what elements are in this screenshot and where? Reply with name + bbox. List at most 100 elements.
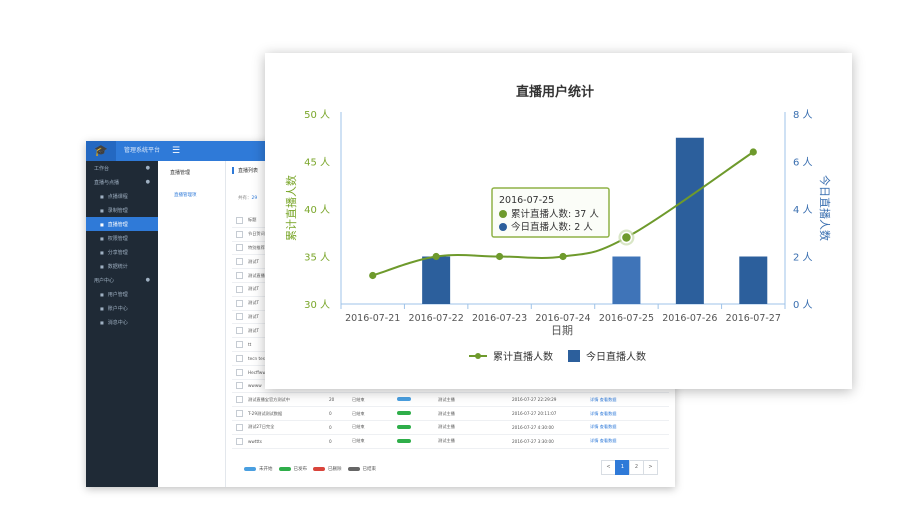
legend-swatch (244, 467, 256, 471)
legend-bar-swatch (568, 350, 580, 362)
table-row[interactable]: wwttts 0 已结束 测试主播 2016-07-27 3:30:00 详情 查看数据 (232, 435, 669, 449)
row-checkbox[interactable] (236, 285, 243, 293)
sidebar-item[interactable]: ■ 点播课程 (86, 189, 158, 203)
row-time: 2016-07-27 20:11:07 (512, 411, 557, 417)
row-type: 已结束 (352, 438, 365, 444)
row-checkbox[interactable] (236, 368, 243, 376)
bar[interactable] (675, 137, 704, 304)
page-button[interactable]: < (601, 460, 616, 475)
row-count: 0 (329, 438, 332, 444)
sidebar-item[interactable]: ■ 数据统计 (86, 259, 158, 273)
filter-value: 29 (251, 196, 258, 201)
menu-bullet-icon: ■ (100, 305, 104, 311)
page-button[interactable]: > (643, 460, 658, 475)
sidebar-item[interactable]: ■ 消息中心 (86, 315, 158, 329)
row-actions[interactable]: 详情 查看数据 (590, 424, 616, 430)
tooltip-line1: 累计直播人数: 37 人 (511, 208, 599, 220)
menu-bullet-icon: ■ (100, 235, 104, 241)
status-pill (397, 424, 411, 429)
row-checkbox[interactable] (236, 354, 243, 362)
row-checkbox[interactable] (236, 423, 243, 431)
legend-swatch (347, 467, 360, 471)
status-pill (397, 397, 411, 402)
x-tick-label: 2016-07-25 (599, 313, 654, 324)
bar[interactable] (612, 256, 641, 305)
row-checkbox[interactable] (236, 216, 243, 224)
sidebar-item[interactable]: ■ 权限管理 (86, 231, 158, 245)
filter-summary: 共有：29 (238, 195, 257, 201)
legend-label: 未开始 (259, 467, 273, 472)
row-checkbox[interactable] (236, 230, 243, 238)
row-checkbox[interactable] (236, 410, 243, 418)
menu-bullet-icon: ■ (100, 291, 104, 297)
table-row[interactable]: T-29测试测试数据 0 已结束 测试主播 2016-07-27 20:11:07 详情 … (232, 407, 669, 421)
line-point[interactable] (559, 252, 567, 261)
row-host: 测试主播 (438, 410, 455, 416)
subnav-header: 直播管理 (170, 170, 191, 176)
line-point[interactable] (432, 252, 440, 261)
line-point[interactable] (369, 271, 377, 280)
row-checkbox[interactable] (236, 396, 243, 404)
row-time: 2016-07-27 22:29:29 (512, 397, 557, 403)
sidebar-item-label: 消息中心 (107, 319, 128, 326)
row-actions[interactable]: 详情 查看数据 (590, 438, 616, 444)
x-tick-label: 2016-07-24 (535, 313, 590, 324)
legend-swatch (313, 467, 325, 471)
sidebar-item-label: 点播课程 (107, 193, 128, 200)
status-pill (397, 411, 411, 416)
bar[interactable] (422, 256, 451, 305)
x-tick-label: 2016-07-21 (345, 313, 400, 324)
app-title: 管理系统平台 (124, 147, 161, 154)
sidebar-item[interactable]: ■ 账户中心 (86, 301, 158, 315)
sidebar-item[interactable]: 用户中心 ● (86, 273, 158, 287)
legend-line-marker (475, 353, 481, 359)
x-tick-label: 2016-07-27 (726, 313, 781, 324)
row-checkbox[interactable] (236, 437, 243, 445)
x-axis-label: 日期 (551, 324, 573, 337)
sidebar-item[interactable]: ■ 录制管理 (86, 203, 158, 217)
row-count: 20 (329, 397, 335, 403)
menu-bullet-icon: ■ (100, 319, 104, 325)
row-type: 已结束 (352, 396, 365, 402)
sidebar-item[interactable]: ■ 分享管理 (86, 245, 158, 259)
left-tick-label: 45 人 (304, 157, 330, 169)
legend-swatch (278, 467, 291, 471)
row-checkbox[interactable] (236, 313, 243, 321)
table-row[interactable]: 测试直播宝官方测试中 20 已结束 测试主播 2016-07-27 22:29:29 详情… (232, 393, 669, 408)
table-row[interactable]: 测试27日完全 0 已结束 测试主播 2016-07-27 4:30:00 详情 查看数据 (232, 421, 669, 435)
line-point[interactable] (620, 231, 633, 244)
row-checkbox[interactable] (236, 244, 243, 252)
subnav-item[interactable]: 直播管理项 (158, 176, 225, 198)
row-checkbox[interactable] (236, 258, 243, 266)
sidebar-item[interactable]: 直播与点播 ● (86, 175, 158, 189)
row-count: 0 (329, 424, 332, 430)
menu-bullet-icon: ■ (100, 207, 104, 213)
tab-live-list[interactable]: 直播列表 (232, 167, 258, 174)
line-point[interactable] (495, 252, 504, 261)
page-button[interactable]: 1 (615, 460, 630, 475)
line-point[interactable] (749, 148, 757, 156)
row-checkbox[interactable] (236, 327, 243, 335)
graduation-cap-icon[interactable]: 🎓 (86, 141, 116, 161)
row-actions[interactable]: 详情 查看数据 (590, 397, 616, 403)
x-tick-label: 2016-07-26 (662, 313, 717, 324)
sidebar-item[interactable]: ■ 用户管理 (86, 287, 158, 301)
menu-icon[interactable]: ☰ (172, 141, 180, 161)
sidebar-item[interactable]: 工作台 ● (86, 161, 158, 175)
sidebar-item[interactable]: ■ 直播管理 (86, 217, 158, 231)
row-host: 测试主播 (438, 396, 455, 402)
legend-label[interactable]: 今日直播人数 (586, 350, 646, 363)
row-checkbox[interactable] (236, 382, 243, 390)
legend-label[interactable]: 累计直播人数 (493, 350, 553, 363)
bar[interactable] (739, 256, 768, 305)
row-checkbox[interactable] (236, 272, 243, 280)
row-actions[interactable]: 详情 查看数据 (590, 411, 616, 417)
row-count: 0 (329, 411, 332, 417)
left-tick-label: 50 人 (304, 109, 330, 121)
row-checkbox[interactable] (236, 341, 243, 349)
tooltip-bar-marker (499, 223, 507, 231)
page-button[interactable]: 2 (629, 460, 644, 475)
status-legend: 未开始 已发布 已删除 已结束 (238, 466, 376, 472)
left-tick-label: 30 人 (304, 299, 330, 311)
row-checkbox[interactable] (236, 299, 243, 307)
